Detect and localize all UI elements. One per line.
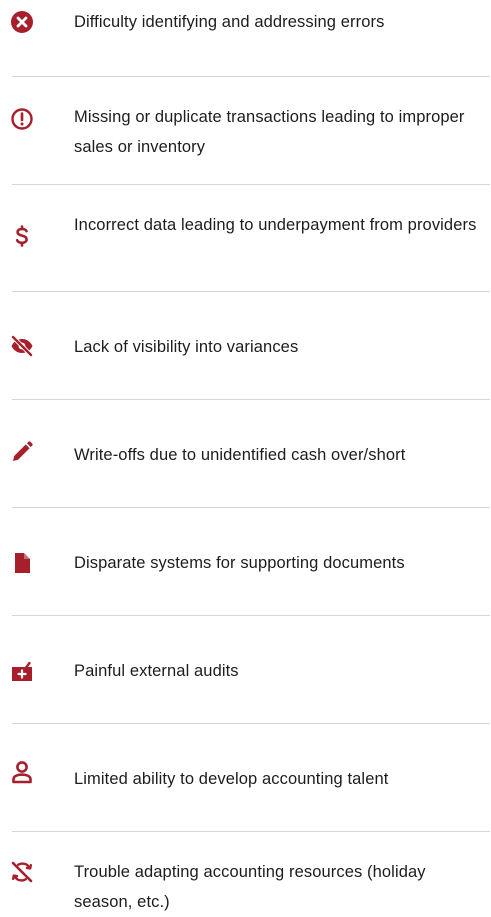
eye-off-icon — [10, 334, 34, 358]
list-item-label: Limited ability to develop accounting ta… — [74, 770, 389, 788]
divider — [12, 291, 490, 292]
alert-circle-icon — [10, 107, 34, 131]
divider — [12, 184, 490, 185]
divider — [12, 831, 490, 832]
divider — [12, 615, 490, 616]
list-item-label: Painful external audits — [74, 662, 239, 680]
list-item-label: Incorrect data leading to underpayment f… — [74, 216, 477, 234]
divider — [12, 399, 490, 400]
list-item-label: Disparate systems for supporting documen… — [74, 554, 405, 572]
list-item-label: Difficulty identifying and addressing er… — [74, 13, 385, 31]
medical-bag-icon — [10, 660, 34, 684]
divider — [12, 723, 490, 724]
list-item-label: Missing or duplicate transactions leadin… — [74, 108, 465, 156]
list-item-label: Trouble adapting accounting resources (h… — [74, 863, 426, 911]
document-icon — [10, 551, 34, 575]
user-icon — [10, 760, 34, 784]
divider — [12, 507, 490, 508]
list-item-label: Write-offs due to unidentified cash over… — [74, 446, 406, 464]
error-circle-icon — [10, 10, 34, 34]
pain-points-list: Difficulty identifying and addressing er… — [0, 0, 491, 913]
pencil-icon — [10, 440, 34, 464]
dollar-icon — [10, 224, 34, 248]
list-item-label: Lack of visibility into variances — [74, 338, 299, 356]
divider — [12, 76, 490, 77]
sync-off-icon — [10, 860, 34, 884]
